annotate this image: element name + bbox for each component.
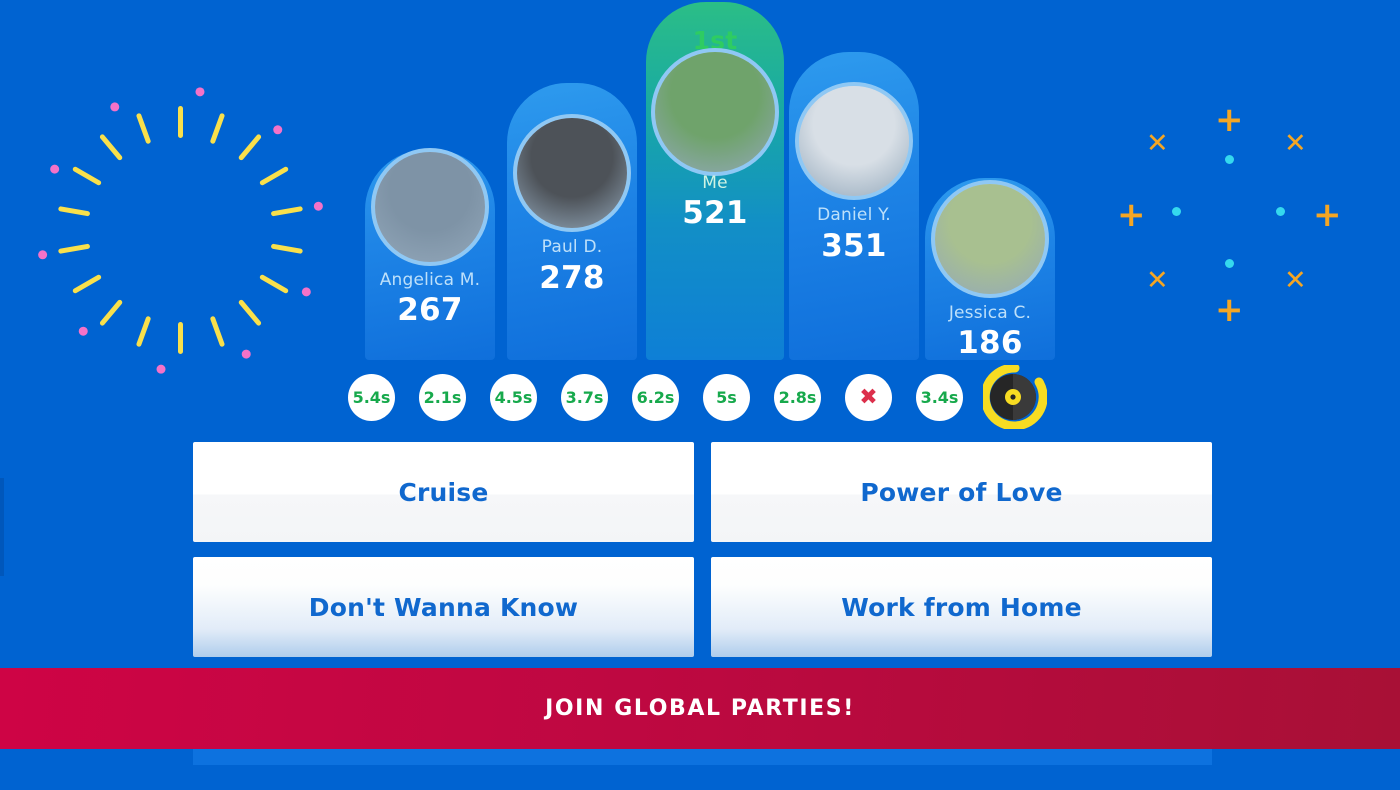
burst-dot: [241, 349, 251, 359]
avatar-photo-jessica[interactable]: [931, 180, 1049, 298]
answer-option-button[interactable]: Work from Home: [711, 557, 1212, 657]
burst-dash: [71, 273, 102, 295]
burst-dash: [57, 206, 90, 217]
join-global-parties-banner[interactable]: JOIN GLOBAL PARTIES!: [0, 668, 1400, 749]
cyan-sparkle-dot: [1172, 207, 1181, 216]
burst-dash: [98, 298, 123, 327]
burst-dash: [270, 206, 303, 217]
burst-dot: [194, 86, 204, 96]
answer-option-button[interactable]: Don't Wanna Know: [193, 557, 694, 657]
cyan-sparkle-dot: [1276, 207, 1285, 216]
burst-dash: [258, 273, 289, 295]
burst-dash: [135, 315, 151, 348]
burst-dot: [49, 164, 59, 174]
avatar-photo: [655, 52, 775, 172]
x-sparkle-icon: ✕: [1284, 128, 1307, 159]
burst-dot: [156, 364, 166, 374]
player-name: Daniel Y.: [817, 205, 891, 225]
answer-option-label: Work from Home: [841, 592, 1082, 622]
vinyl-record-svg: [980, 363, 1048, 431]
x-sparkle-icon: ✕: [1284, 265, 1307, 296]
avatar-photo-paul[interactable]: [513, 114, 631, 232]
sparkle-cluster-decoration: + + + + ✕ ✕ ✕ ✕: [1100, 95, 1370, 340]
burst-dash: [177, 106, 183, 138]
answer-time-badge: 3.7s: [561, 373, 608, 421]
player-name: Paul D.: [541, 237, 603, 257]
confetti-burst-decoration: [37, 86, 323, 374]
answer-time-badge: 5.4s: [348, 373, 395, 421]
burst-dash: [135, 112, 151, 145]
burst-dash: [237, 133, 262, 162]
answer-options: Cruise Power of Love Don't Wanna Know Work …: [193, 442, 1212, 657]
burst-dash: [98, 133, 123, 162]
player-name: Angelica M.: [379, 270, 481, 290]
answer-time-badge: 2.8s: [774, 373, 821, 421]
player-name: Jessica C.: [948, 303, 1032, 323]
player-score: 186: [957, 325, 1023, 361]
player-score: 521: [682, 195, 748, 231]
burst-dash: [270, 243, 303, 254]
podium-column[interactable]: Jessica C. 186: [925, 0, 1055, 361]
cyan-sparkle-dot: [1225, 259, 1234, 268]
avatar-photo: [935, 184, 1045, 294]
x-sparkle-icon: ✕: [1146, 265, 1169, 296]
x-sparkle-icon: ✕: [1146, 128, 1169, 159]
burst-dot: [37, 249, 47, 259]
answer-time-badge: 3.4s: [916, 373, 963, 421]
left-edge-sliver: [0, 478, 4, 576]
burst-dot: [78, 326, 88, 336]
cyan-sparkle-dot: [1225, 155, 1234, 164]
burst-dash: [71, 165, 102, 187]
leaderboard-podium: Angelica M. 267 Paul D. 278 1st Me 521 Daniel Y…: [355, 0, 1055, 361]
player-score: 278: [539, 260, 605, 296]
podium-column[interactable]: 1st Me 521: [646, 0, 784, 360]
burst-dash: [209, 112, 225, 145]
burst-dot: [313, 201, 323, 211]
avatar-photo: [375, 152, 485, 262]
avatar-photo-angelica[interactable]: [371, 148, 489, 266]
vinyl-record-icon: [980, 363, 1048, 431]
answer-option-button[interactable]: Cruise: [193, 442, 694, 542]
player-name: Me: [702, 173, 728, 193]
plus-sparkle-icon: +: [1215, 290, 1244, 330]
burst-dash: [258, 165, 289, 187]
avatar-photo: [517, 118, 627, 228]
banner-label: JOIN GLOBAL PARTIES!: [545, 696, 855, 721]
player-score: 267: [397, 292, 463, 328]
burst-dash: [209, 315, 225, 348]
missed-answer-badge: ✖: [845, 373, 892, 421]
answer-timeline: 5.4s 2.1s 4.5s 3.7s 6.2s 5s 2.8s ✖ 3.4s: [348, 363, 1048, 431]
burst-dot: [272, 124, 282, 134]
answer-option-label: Power of Love: [860, 477, 1063, 507]
plus-sparkle-icon: +: [1313, 195, 1342, 235]
burst-dot: [109, 101, 119, 111]
plus-sparkle-icon: +: [1215, 100, 1244, 140]
answer-time-badge: 6.2s: [632, 373, 679, 421]
burst-dot: [301, 286, 311, 296]
game-screen: + + + + ✕ ✕ ✕ ✕ Angelica M. 267 Paul D. 278 1st Me 52…: [0, 0, 1400, 790]
answer-option-label: Cruise: [398, 477, 489, 507]
podium-column[interactable]: Paul D. 278: [507, 0, 637, 360]
burst-dash: [177, 322, 183, 354]
burst-dash: [237, 298, 262, 327]
answer-option-button[interactable]: Power of Love: [711, 442, 1212, 542]
podium-column[interactable]: Angelica M. 267: [365, 0, 495, 360]
player-score: 351: [821, 228, 887, 264]
podium-column[interactable]: Daniel Y. 351: [789, 0, 919, 360]
answer-option-label: Don't Wanna Know: [308, 592, 579, 622]
avatar-photo: [799, 86, 909, 196]
footer-strip: [193, 749, 1212, 765]
avatar-photo-me[interactable]: [651, 48, 779, 176]
avatar-photo-daniel[interactable]: [795, 82, 913, 200]
answer-time-badge: 2.1s: [419, 373, 466, 421]
answer-time-badge: 4.5s: [490, 373, 537, 421]
plus-sparkle-icon: +: [1117, 195, 1146, 235]
burst-dash: [57, 243, 90, 254]
answer-time-badge: 5s: [703, 373, 750, 421]
